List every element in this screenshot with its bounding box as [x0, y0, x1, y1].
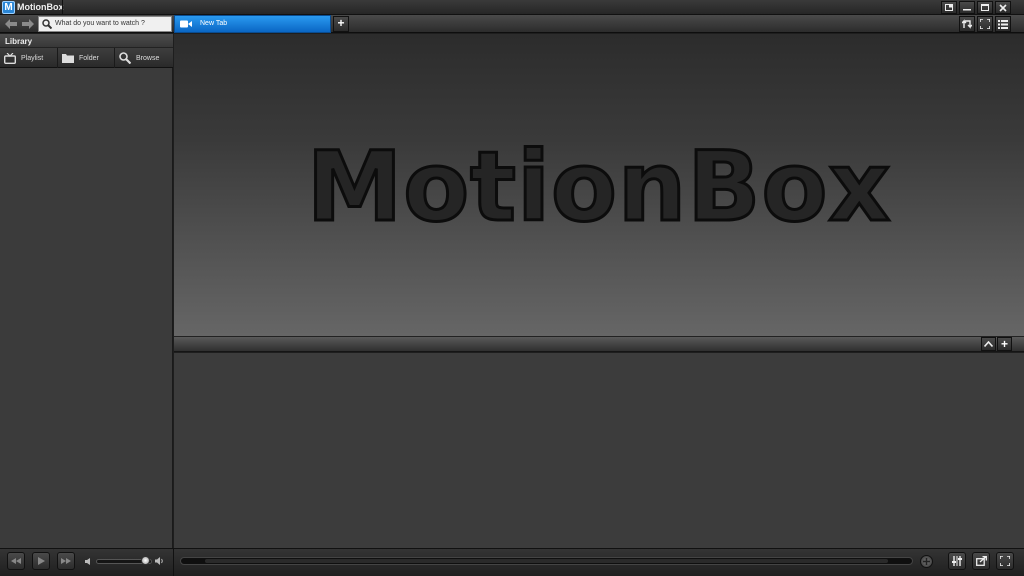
list-icon: [998, 19, 1008, 29]
fullscreen-icon: [980, 19, 990, 29]
control-bar-divider: [173, 549, 174, 576]
minimize-button[interactable]: [959, 1, 975, 14]
playlist-label: Playlist: [21, 54, 44, 62]
fullscreen-toggle-button[interactable]: [977, 16, 993, 32]
search-icon: [42, 19, 52, 29]
tab-label: New Tab: [200, 20, 228, 27]
equalizer-icon: [952, 556, 962, 566]
browse-label: Browse: [136, 54, 160, 62]
fullscreen-button[interactable]: [996, 552, 1014, 570]
search-input[interactable]: What do you want to watch ?: [38, 16, 172, 32]
maximize-icon: [981, 4, 989, 11]
add-panel-button[interactable]: +: [997, 337, 1012, 351]
close-button[interactable]: [995, 1, 1011, 14]
tab-new-tab[interactable]: New Tab: [174, 15, 331, 33]
library-header: Library: [0, 34, 173, 48]
search-icon: [119, 52, 131, 64]
minimize-icon: [963, 9, 971, 11]
search-placeholder: What do you want to watch ?: [55, 20, 145, 27]
panel-divider-bar: [174, 336, 1024, 352]
arrow-right-icon: [22, 19, 34, 29]
previous-icon: [11, 558, 21, 564]
previous-button[interactable]: [7, 552, 25, 570]
equalizer-button[interactable]: [948, 552, 966, 570]
splash-logo-text: MotionBox: [305, 131, 892, 243]
plus-icon: [923, 558, 930, 565]
playlist-button[interactable]: Playlist: [0, 48, 58, 68]
fullscreen-icon: [1000, 556, 1010, 566]
folder-label: Folder: [79, 54, 99, 62]
library-sidebar: Library Playlist Folder Browse: [0, 34, 173, 548]
tv-icon: [4, 52, 16, 64]
restore-button[interactable]: [941, 1, 957, 14]
title-divider: [62, 0, 63, 15]
add-tab-button[interactable]: +: [333, 16, 349, 32]
maximize-button[interactable]: [977, 1, 993, 14]
list-view-button[interactable]: [995, 16, 1011, 32]
browse-button[interactable]: Browse: [115, 48, 173, 68]
next-icon: [61, 558, 71, 564]
library-toolbar: Playlist Folder Browse: [0, 48, 173, 68]
collapse-panel-button[interactable]: [981, 337, 996, 351]
lower-panel: [174, 353, 1024, 548]
forward-button[interactable]: [20, 17, 36, 31]
seek-bar-progress: [205, 559, 888, 563]
video-camera-icon: [180, 20, 192, 28]
share-icon: [975, 556, 987, 566]
next-button[interactable]: [57, 552, 75, 570]
player-view[interactable]: MotionBox: [174, 34, 1024, 336]
chevron-up-icon: [984, 341, 993, 347]
app-title: MotionBox: [17, 2, 64, 12]
folder-button[interactable]: Folder: [58, 48, 115, 68]
play-icon: [37, 557, 45, 565]
seek-add-button[interactable]: [920, 555, 933, 568]
close-icon: [999, 3, 1007, 12]
play-button[interactable]: [32, 552, 50, 570]
arrow-left-icon: [5, 19, 17, 29]
back-button[interactable]: [3, 17, 19, 31]
library-title: Library: [5, 37, 33, 46]
swap-button[interactable]: [959, 16, 975, 32]
app-logo-icon: M: [2, 1, 15, 14]
restore-icon: [945, 4, 953, 11]
swap-icon: [962, 19, 972, 29]
folder-icon: [62, 53, 74, 63]
volume-high-icon: [155, 557, 164, 565]
share-button[interactable]: [972, 552, 990, 570]
volume-low-icon: [85, 558, 91, 565]
title-bar: [0, 0, 1024, 15]
